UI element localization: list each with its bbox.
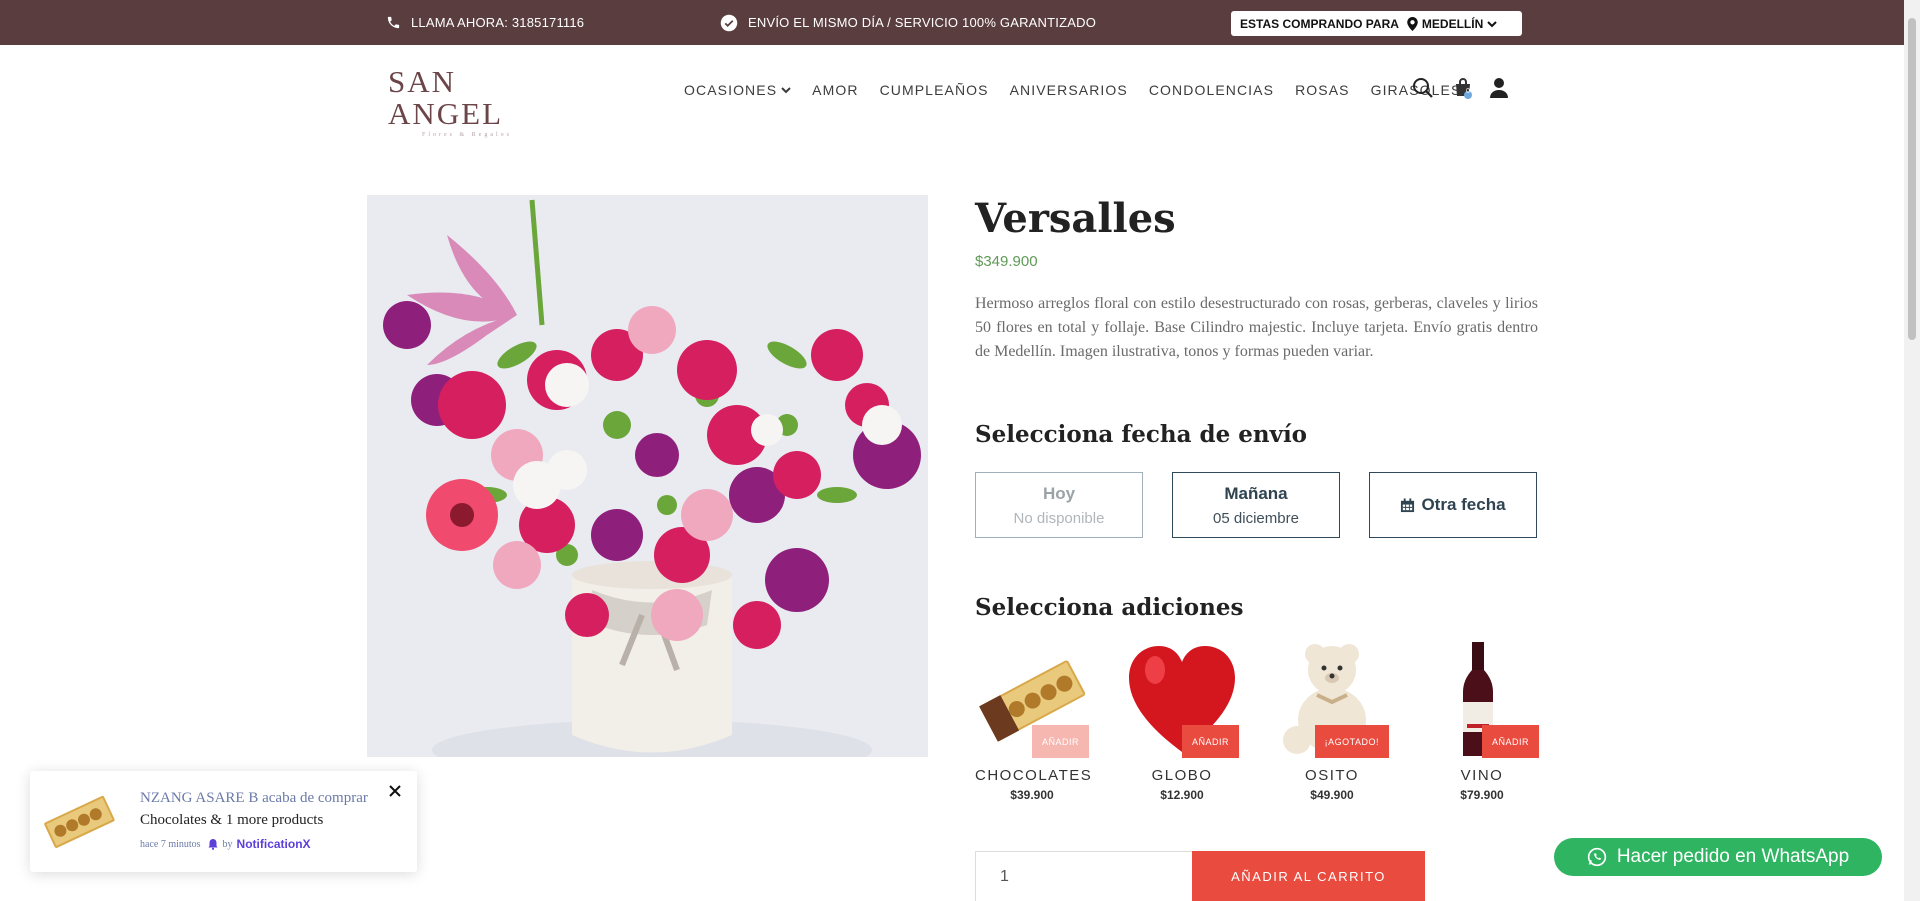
call-now[interactable]: LLAMA AHORA: 3185171116 [386,0,584,45]
product-description: Hermoso arreglos floral con estilo deses… [975,295,1538,360]
nav-item-label: ROSAS [1295,82,1350,98]
nav-item-label: AMOR [812,82,859,98]
addon-price: $12.900 [1160,788,1204,802]
nav-item-label: CONDOLENCIAS [1148,82,1275,98]
calendar-icon [1401,497,1415,512]
shipping-notice: ENVÍO EL MISMO DÍA / SERVICIO 100% GARAN… [720,0,1096,45]
whatsapp-order-button[interactable]: Hacer pedido en WhatsApp [1554,838,1882,876]
search-icon[interactable] [1411,76,1435,100]
shipping-date-title: Selecciona fecha de envío [975,421,1308,448]
date-option-sub: No disponible [1013,509,1105,527]
bell-icon [208,839,218,850]
addon-image: AÑADIR [1125,640,1239,758]
date-option-other[interactable]: Otra fecha [1369,472,1537,538]
addon-vino[interactable]: AÑADIR VINO $79.900 [1425,640,1539,802]
cart-icon[interactable]: 0 [1451,76,1475,100]
notification-meta: hace 7 minutos by NotificationX [140,837,311,851]
shipping-text: ENVÍO EL MISMO DÍA / SERVICIO 100% GARAN… [748,15,1097,30]
addon-image: AÑADIR [975,640,1089,758]
call-text: LLAMA AHORA: 3185171116 [411,15,585,30]
date-option-tomorrow[interactable]: Mañana 05 diciembre [1172,472,1340,538]
date-option-today[interactable]: Hoy No disponible [975,472,1143,538]
nav-item-rosas[interactable]: ROSAS [1295,82,1350,98]
addon-name: VINO [1460,767,1504,784]
nav-item-ocasiones[interactable]: OCASIONES [684,82,791,98]
notification-product-image [44,795,115,848]
add-addon-button[interactable]: AÑADIR [1031,725,1089,758]
city-label: ESTAS COMPRANDO PARA [1240,16,1399,31]
quantity-input[interactable] [975,851,1193,901]
nav-item-condolencias[interactable]: CONDOLENCIAS [1149,82,1274,98]
page: LLAMA AHORA: 3185171116 ENVÍO EL MISMO D… [0,0,1920,901]
city-value: MEDELLÍN [1421,16,1484,31]
date-option-label: Hoy [1042,483,1076,503]
chevron-down-icon [781,87,791,94]
addon-image: AÑADIR [1425,640,1539,758]
main-nav: OCASIONES AMOR CUMPLEAÑOS ANIVERSARIOS C… [684,82,1482,98]
notification-products: Chocolates & 1 more products [140,812,324,828]
nav-item-label: OCASIONES [684,82,778,98]
logo-main-text: SAN ANGEL [388,64,504,131]
notification-by: by [222,838,233,850]
product-price: $349.900 [975,253,1038,270]
date-option-label: Otra fecha [1421,495,1506,514]
addon-osito[interactable]: ¡AGOTADO! OSITO $49.900 [1275,640,1389,802]
addon-globo[interactable]: AÑADIR GLOBO $12.900 [1125,640,1239,802]
nav-item-label: ANIVERSARIOS [1009,82,1128,98]
logo[interactable]: SAN ANGEL Flores & Regalos [388,66,556,139]
close-icon[interactable] [385,781,405,801]
user-icon[interactable] [1487,76,1511,100]
nav-item-amor[interactable]: AMOR [812,82,858,98]
sold-out-badge: ¡AGOTADO! [1314,725,1389,758]
map-pin-icon [1407,16,1418,31]
notificationx-brand[interactable]: NotificationX [237,837,311,851]
nav-item-cumpleanos[interactable]: CUMPLEAÑOS [880,82,989,98]
check-circle-icon [720,14,738,31]
addon-price: $39.900 [1010,788,1054,802]
addon-name: CHOCOLATES [975,767,1093,784]
addon-image: ¡AGOTADO! [1275,640,1389,758]
addon-name: GLOBO [1151,767,1213,784]
addon-price: $49.900 [1310,788,1354,802]
city-selector[interactable]: ESTAS COMPRANDO PARA MEDELLÍN [1231,11,1522,36]
addon-price: $79.900 [1460,788,1504,802]
notification-time: hace 7 minutos [140,838,201,850]
addon-name: OSITO [1305,767,1359,784]
page-scrollbar[interactable] [1904,0,1920,901]
date-option-label: Mañana [1224,483,1288,503]
notification-buyer: NZANG ASARE B acaba de comprar [140,790,368,806]
scrollbar-thumb[interactable] [1908,18,1916,340]
purchase-notification[interactable]: NZANG ASARE B acaba de comprar Chocolate… [30,771,417,872]
product-title: Versalles [975,195,1176,242]
product-image[interactable] [367,195,928,757]
add-addon-button[interactable]: AÑADIR [1481,725,1539,758]
phone-icon [387,16,400,29]
whatsapp-label: Hacer pedido en WhatsApp [1616,846,1850,867]
nav-item-aniversarios[interactable]: ANIVERSARIOS [1010,82,1128,98]
addon-chocolates[interactable]: AÑADIR CHOCOLATES $39.900 [975,640,1093,802]
whatsapp-icon [1587,847,1606,867]
top-bar: LLAMA AHORA: 3185171116 ENVÍO EL MISMO D… [0,0,1904,45]
cart-count: 0 [1466,88,1470,95]
add-addon-button[interactable]: AÑADIR [1181,725,1239,758]
addons-title: Selecciona adiciones [975,594,1244,621]
logo-sub-text: Flores & Regalos [422,132,512,138]
add-to-cart-button[interactable]: AÑADIR AL CARRITO [1192,851,1425,901]
chevron-down-icon [1487,20,1497,27]
date-option-sub: 05 diciembre [1213,509,1299,527]
nav-item-label: CUMPLEAÑOS [879,82,989,98]
